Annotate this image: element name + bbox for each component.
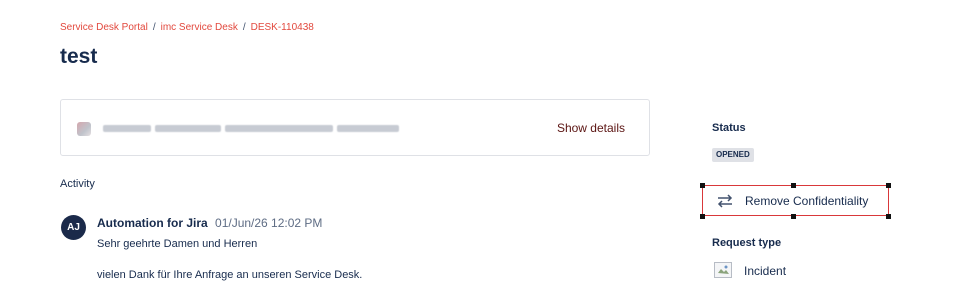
remove-confidentiality-label: Remove Confidentiality xyxy=(745,193,869,208)
breadcrumb-separator: / xyxy=(242,22,246,33)
request-type-label: Request type xyxy=(712,237,782,249)
breadcrumb-issue-key[interactable]: DESK-110438 xyxy=(251,22,314,33)
blurred-reporter-text xyxy=(337,125,399,132)
selection-handle xyxy=(886,214,891,219)
selection-handle xyxy=(791,183,796,188)
selection-handle xyxy=(791,214,796,219)
comment-header: Automation for Jira 01/Jun/26 12:02 PM xyxy=(97,216,322,230)
status-label: Status xyxy=(712,122,746,134)
request-type-value: Incident xyxy=(744,264,787,278)
blurred-reporter-name xyxy=(103,125,151,132)
comment-timestamp: 01/Jun/26 12:02 PM xyxy=(215,216,323,230)
transition-arrows-icon xyxy=(717,193,733,208)
status-badge: OPENED xyxy=(712,148,754,162)
comment-author: Automation for Jira xyxy=(97,216,208,230)
breadcrumb-imc-service-desk[interactable]: imc Service Desk xyxy=(161,22,238,33)
blurred-reporter-text xyxy=(225,125,333,132)
request-summary-card: Show details xyxy=(60,99,650,156)
page-title: test xyxy=(60,45,98,68)
comment-text-line: vielen Dank für Ihre Anfrage an unseren … xyxy=(97,269,363,281)
selection-handle xyxy=(700,183,705,188)
blurred-reporter-text xyxy=(155,125,221,132)
breadcrumb-separator: / xyxy=(152,22,156,33)
comment-text-line: Sehr geehrte Damen und Herren xyxy=(97,238,258,250)
broken-image-icon xyxy=(714,262,732,278)
breadcrumb: Service Desk Portal / imc Service Desk /… xyxy=(60,22,314,33)
activity-heading: Activity xyxy=(60,178,95,190)
selection-handle xyxy=(886,183,891,188)
selection-handle xyxy=(700,214,705,219)
reporter-avatar-blurred xyxy=(77,122,91,136)
show-details-link[interactable]: Show details xyxy=(557,121,625,135)
avatar: AJ xyxy=(61,215,86,240)
breadcrumb-service-desk-portal[interactable]: Service Desk Portal xyxy=(60,22,148,33)
remove-confidentiality-button[interactable]: Remove Confidentiality xyxy=(702,185,889,216)
